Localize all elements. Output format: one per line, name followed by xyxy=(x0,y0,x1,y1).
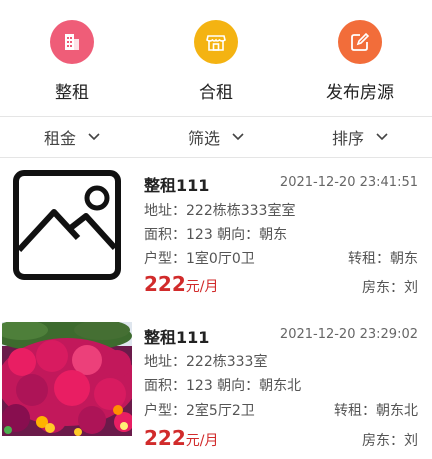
listing-card[interactable]: 整租111 2021-12-20 23:29:02 地址：222栋333室 面积… xyxy=(0,306,432,454)
chevron-down-icon xyxy=(376,126,388,145)
nav-label: 整租 xyxy=(55,83,89,103)
listing-address: 地址：222栋栋333室室 xyxy=(144,203,296,219)
placeholder-image-icon xyxy=(2,168,132,282)
price-value: 222 xyxy=(144,426,186,450)
flowers-photo xyxy=(2,322,132,436)
listing-layout: 户型：1室0厅0卫 xyxy=(144,251,255,267)
listing-layout: 户型：2室5厅2卫 xyxy=(144,403,255,419)
listing-sublet: 转租：朝东北 xyxy=(334,403,418,419)
listing-card[interactable]: 整租111 2021-12-20 23:41:51 地址：222栋栋333室室 … xyxy=(0,158,432,306)
chevron-down-icon xyxy=(232,126,244,145)
listing-area-orientation: 面积：123 朝向：朝东北 xyxy=(144,378,302,394)
listing-title: 整租111 xyxy=(144,176,210,195)
filter-label: 排序 xyxy=(331,129,364,148)
nav-item-publish-listing[interactable]: 发布房源 xyxy=(288,20,432,103)
listing-area-orientation: 面积：123 朝向：朝东 xyxy=(144,227,288,243)
listing-price: 222元/月 xyxy=(144,426,218,450)
edit-icon xyxy=(338,20,382,64)
chevron-down-icon xyxy=(88,126,100,145)
filter-bar: 租金 筛选 排序 xyxy=(0,117,432,157)
nav-item-whole-rent[interactable]: 整租 xyxy=(0,20,144,103)
nav-label: 发布房源 xyxy=(326,83,394,103)
listing-sublet: 转租：朝东 xyxy=(348,251,418,267)
shop-icon xyxy=(194,20,238,64)
filter-sort[interactable]: 排序 xyxy=(288,125,432,149)
filter-label: 筛选 xyxy=(187,129,220,148)
listing-price: 222元/月 xyxy=(144,272,218,296)
price-unit: 元/月 xyxy=(185,433,219,449)
nav-label: 合租 xyxy=(199,83,233,103)
building-icon xyxy=(50,20,94,64)
price-unit: 元/月 xyxy=(185,279,219,295)
listing-landlord: 房东：刘 xyxy=(362,280,418,296)
listing-time: 2021-12-20 23:41:51 xyxy=(279,175,418,190)
listing-address: 地址：222栋333室 xyxy=(144,354,268,370)
filter-rent[interactable]: 租金 xyxy=(0,125,144,149)
price-value: 222 xyxy=(144,272,186,296)
nav-item-shared-rent[interactable]: 合租 xyxy=(144,20,288,103)
listing-landlord: 房东：刘 xyxy=(362,433,418,449)
filter-screen[interactable]: 筛选 xyxy=(144,125,288,149)
category-nav: 整租 合租 发布房源 xyxy=(0,0,432,116)
listing-title: 整租111 xyxy=(144,328,210,347)
filter-label: 租金 xyxy=(43,129,76,148)
listing-time: 2021-12-20 23:29:02 xyxy=(279,327,418,342)
